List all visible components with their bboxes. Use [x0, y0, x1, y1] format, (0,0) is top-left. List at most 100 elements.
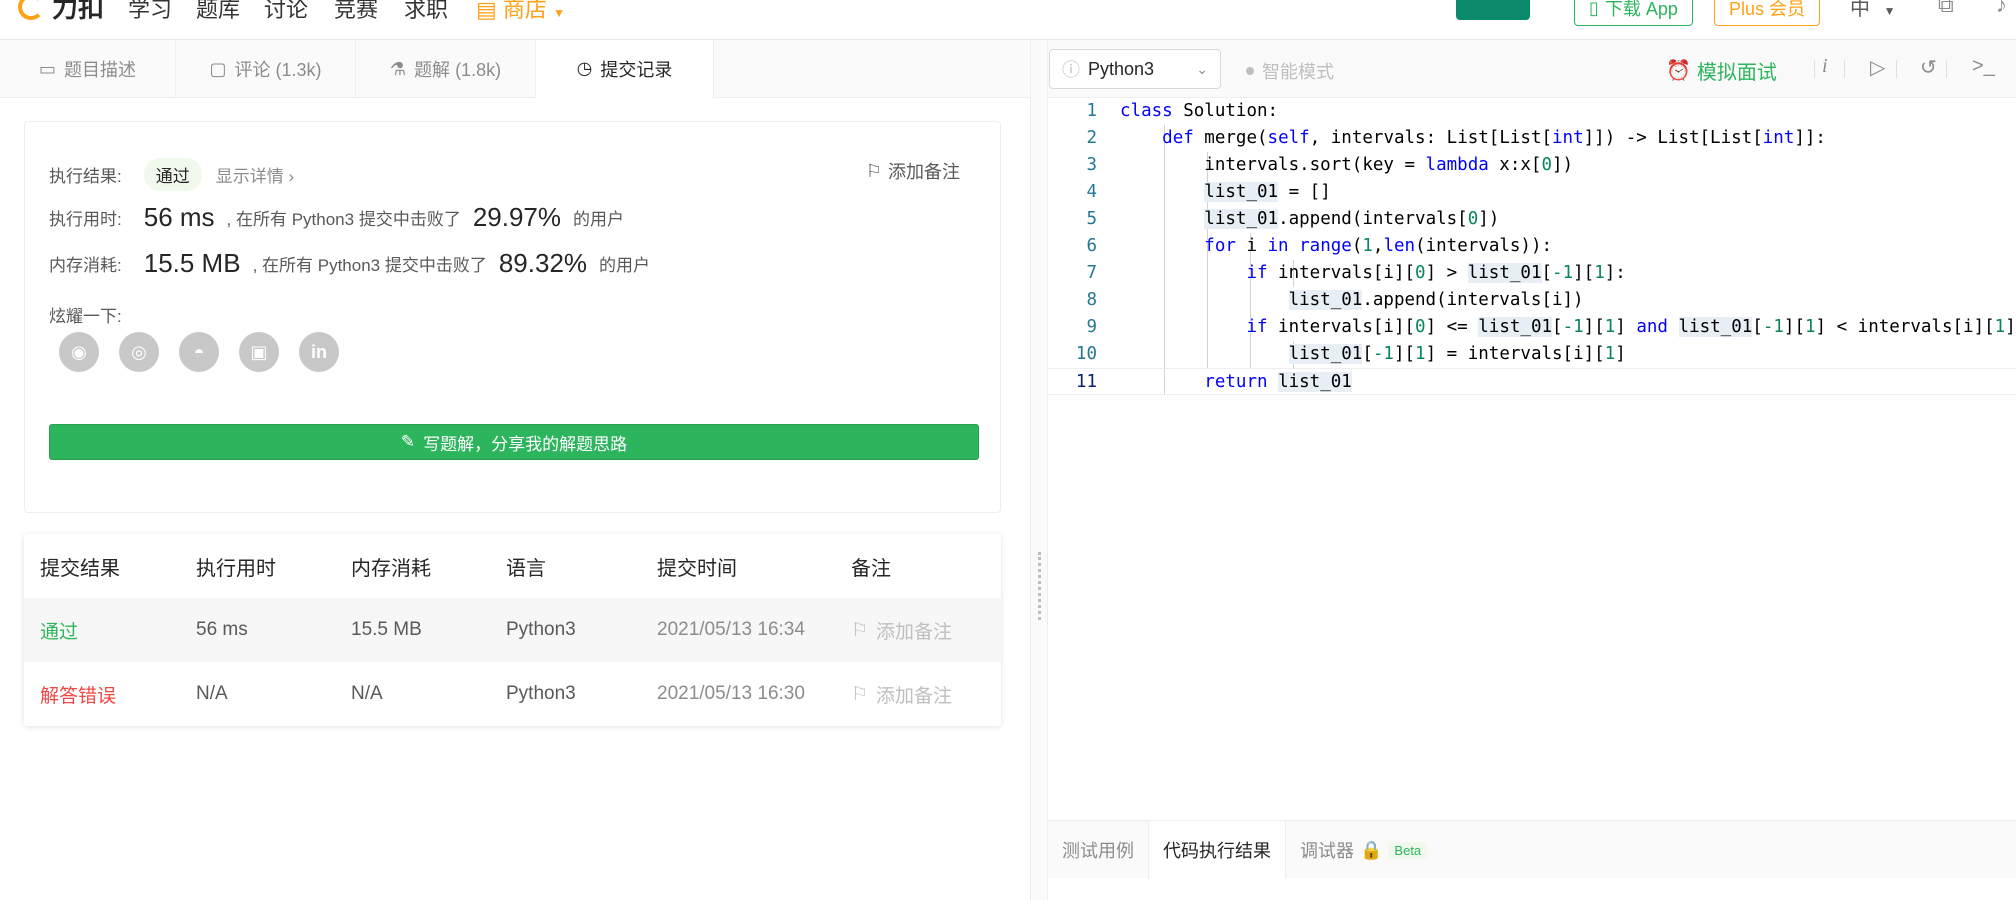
reset-icon[interactable]: ↺	[1920, 55, 1937, 80]
wechat-icon[interactable]: ◉	[59, 332, 99, 372]
chevron-down-icon: ▼	[1883, 4, 1896, 18]
row-note-label: 添加备注	[876, 685, 953, 707]
add-note-label: 添加备注	[888, 162, 960, 182]
phone-icon: ▯	[1589, 0, 1599, 18]
nav-item-contest[interactable]: 竞赛	[334, 0, 378, 24]
bell-icon[interactable]: ♪	[1996, 0, 2007, 18]
share-row: 炫耀一下:	[49, 302, 122, 327]
submissions-table: 提交结果 执行用时 内存消耗 语言 提交时间 备注 通过 56 ms 15.5 …	[24, 534, 1001, 726]
lock-icon: 🔒	[1360, 839, 1383, 860]
nav-item-discuss[interactable]: 讨论	[264, 0, 308, 24]
terminal-icon[interactable]: >_	[1972, 55, 1995, 78]
line-number: 5	[1086, 209, 1097, 229]
code-text: list_01[-1][1] = intervals[i][1]	[1288, 344, 1626, 364]
flag-icon: ⚐	[865, 160, 882, 181]
download-app-button[interactable]: ▯ 下载 App	[1574, 0, 1693, 26]
editor-link-icon[interactable]: ⧉	[1938, 0, 1954, 18]
row-status[interactable]: 解答错误	[24, 681, 180, 708]
row-runtime: N/A	[196, 683, 228, 704]
tab-solutions-label: 题解 (1.8k)	[414, 60, 502, 80]
flask-icon: ⚗	[389, 58, 407, 79]
tab-description[interactable]: ▭ 题目描述	[0, 40, 176, 98]
linkedin-icon[interactable]: in	[299, 332, 339, 372]
row-language: Python3	[506, 683, 576, 704]
weibo-icon[interactable]: ◎	[119, 332, 159, 372]
plus-member-button[interactable]: Plus 会员	[1714, 0, 1821, 26]
alarm-clock-icon: ⏰	[1666, 60, 1691, 82]
row-memory: 15.5 MB	[351, 619, 422, 640]
tab-test-case[interactable]: 测试用例	[1048, 821, 1148, 879]
language-select[interactable]: ⓘ Python3 ⌄	[1049, 49, 1221, 89]
nav-item-jobs[interactable]: 求职	[404, 0, 448, 24]
code-text: list_01.append(intervals[0])	[1204, 209, 1500, 229]
comment-icon: ▢	[209, 58, 227, 79]
row-add-note[interactable]: ⚐ 添加备注	[835, 681, 1001, 708]
leetcode-logo[interactable]: 力扣	[18, 0, 104, 25]
qq-icon[interactable]: ◓	[179, 332, 219, 372]
code-line: 10 list_01[-1][1] = intervals[i][1]	[1048, 341, 2016, 368]
write-solution-button[interactable]: ✎ 写题解，分享我的解题思路	[49, 424, 979, 460]
code-line-current: 11 return list_01	[1048, 368, 2016, 395]
beta-badge: Beta	[1388, 841, 1428, 859]
row-time: 2021/05/13 16:34	[657, 619, 805, 640]
line-number: 4	[1086, 182, 1097, 202]
code-text: list_01.append(intervals[i])	[1288, 290, 1584, 310]
table-header: 提交结果 执行用时 内存消耗 语言 提交时间 备注	[24, 534, 1001, 598]
code-line: 9 if intervals[i][0] <= list_01[-1][1] a…	[1048, 314, 2016, 341]
run-icon[interactable]: ▷	[1870, 55, 1885, 80]
result-label: 执行结果:	[49, 167, 122, 186]
line-number: 7	[1086, 263, 1097, 283]
header-language: 语言	[506, 557, 546, 580]
nav-item-study[interactable]: 学习	[128, 0, 172, 24]
row-note-label: 添加备注	[876, 621, 953, 643]
tab-comments[interactable]: ▢ 评论 (1.3k)	[176, 40, 356, 98]
info-italic-icon[interactable]: i	[1822, 55, 1828, 78]
tab-test-case-label: 测试用例	[1062, 841, 1134, 861]
douban-icon[interactable]: ▣	[239, 332, 279, 372]
flag-icon: ⚐	[851, 683, 869, 705]
add-note-button[interactable]: ⚐ 添加备注	[866, 158, 960, 184]
header-memory: 内存消耗	[351, 557, 431, 580]
toolbar-divider	[1946, 60, 1947, 78]
tab-comments-label: 评论 (1.3k)	[234, 60, 322, 80]
tab-exec-result[interactable]: 代码执行结果	[1148, 821, 1286, 879]
nav-item-problems[interactable]: 题库	[196, 0, 240, 24]
line-number: 11	[1075, 372, 1097, 392]
tab-debugger[interactable]: 调试器 🔒 Beta	[1286, 821, 1441, 879]
tab-submissions[interactable]: ◷ 提交记录	[536, 40, 714, 98]
language-switch[interactable]: 中 ▼	[1850, 0, 1895, 21]
share-label: 炫耀一下:	[49, 307, 122, 326]
tab-description-label: 题目描述	[64, 60, 136, 80]
code-line: 7 if intervals[i][0] > list_01[-1][1]:	[1048, 260, 2016, 287]
vip-badge[interactable]	[1456, 0, 1530, 20]
code-text: if intervals[i][0] > list_01[-1][1]:	[1246, 263, 1626, 283]
shop-label: 商店	[502, 0, 547, 22]
toolbar-divider	[1844, 60, 1845, 78]
table-row[interactable]: 通过 56 ms 15.5 MB Python3 2021/05/13 16:3…	[24, 598, 1001, 662]
mock-interview-button[interactable]: ⏰ 模拟面试	[1666, 56, 1777, 85]
row-memory: N/A	[351, 683, 383, 704]
code-line: 3 intervals.sort(key = lambda x:x[0])	[1048, 152, 2016, 179]
pane-splitter[interactable]	[1030, 40, 1048, 900]
tab-solutions[interactable]: ⚗ 题解 (1.8k)	[356, 40, 536, 98]
table-row[interactable]: 解答错误 N/A N/A Python3 2021/05/13 16:30 ⚐ …	[24, 662, 1001, 726]
row-add-note[interactable]: ⚐ 添加备注	[835, 617, 1001, 644]
code-editor[interactable]: 1 class Solution: 2 def merge(self, inter…	[1048, 98, 2016, 820]
memory-users-text: 的用户	[599, 256, 651, 275]
show-detail-link[interactable]: 显示详情 ›	[216, 162, 294, 187]
code-text: class Solution:	[1120, 101, 1279, 121]
tab-debugger-label: 调试器	[1300, 841, 1354, 861]
runtime-value: 56 ms	[143, 202, 215, 232]
logo-icon	[18, 0, 44, 20]
drag-handle-icon[interactable]	[1038, 552, 1041, 620]
nav-item-shop[interactable]: ▤ 商店 ▼	[476, 0, 565, 24]
smart-mode-toggle[interactable]: 智能模式	[1246, 58, 1334, 84]
code-line: 2 def merge(self, intervals: List[List[i…	[1048, 125, 2016, 152]
line-number: 2	[1086, 128, 1097, 148]
memory-value: 15.5 MB	[143, 248, 241, 278]
tab-submissions-label: 提交记录	[600, 59, 673, 80]
row-status[interactable]: 通过	[24, 617, 180, 644]
memory-beat-text: , 在所有 Python3 提交中击败了	[252, 256, 487, 275]
header-runtime: 执行用时	[196, 557, 276, 580]
line-number: 8	[1086, 290, 1097, 310]
